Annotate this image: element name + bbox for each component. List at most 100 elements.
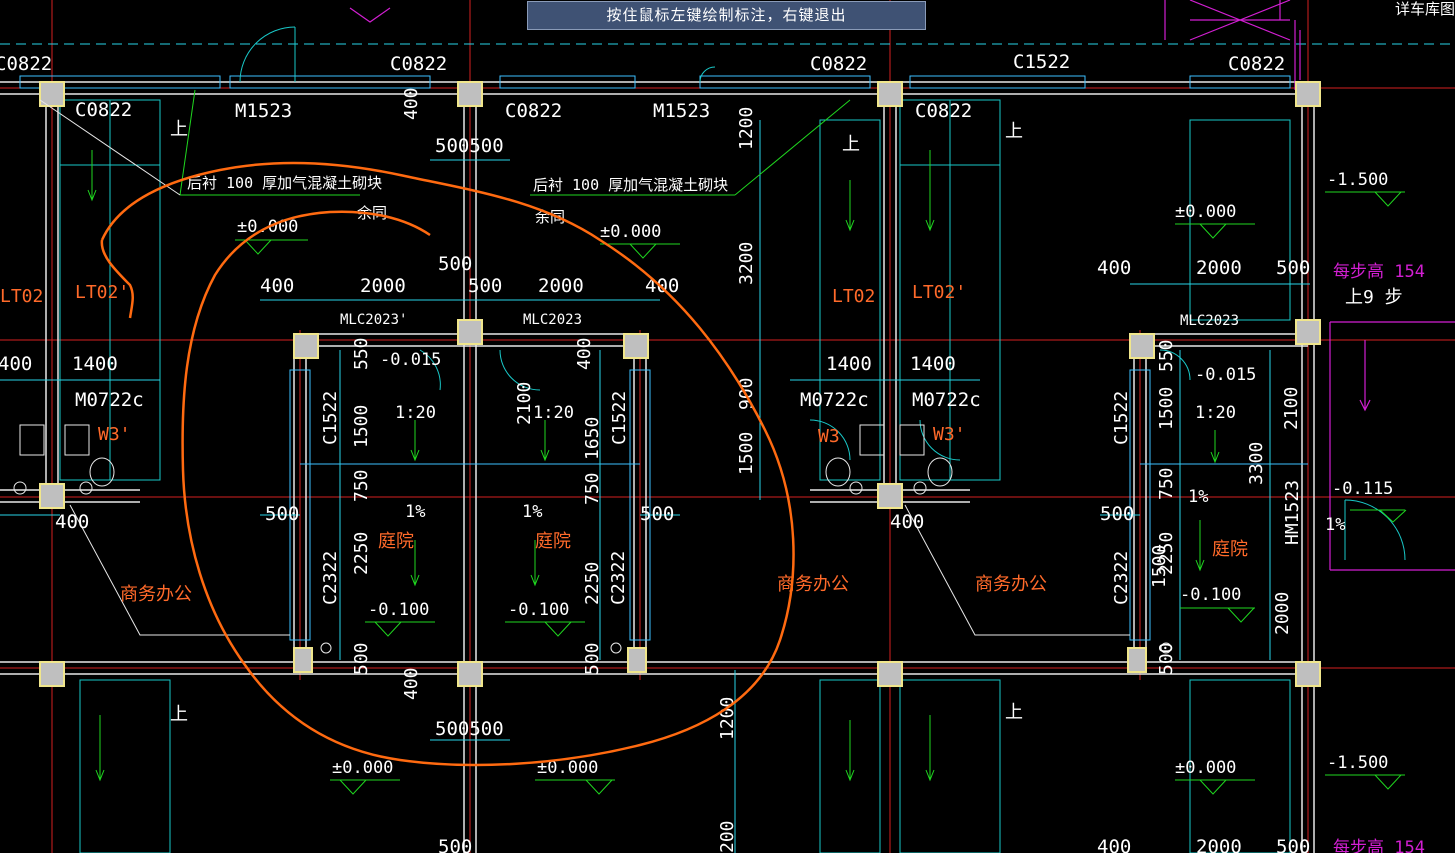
label-up: 上	[170, 119, 188, 140]
label-step-height: 每步高 154	[1333, 838, 1425, 853]
pct: 1%	[1325, 515, 1345, 535]
label-lt02: LT02	[832, 286, 875, 307]
label-lt02: LT02	[0, 286, 43, 307]
dim: 1500	[736, 432, 757, 475]
dim: 1500	[1149, 545, 1170, 588]
label-c0822: C0822	[0, 53, 52, 75]
label-w3: W3	[818, 426, 840, 447]
dim: 500	[640, 503, 674, 525]
slope: 1:20	[533, 403, 574, 423]
label-c1522: C1522	[1013, 51, 1070, 73]
top-right-label: 详车库图纸	[1395, 0, 1455, 18]
label-step-height: 每步高 154	[1333, 262, 1425, 282]
elev-neg: -0.100	[508, 600, 569, 620]
dim: 2000	[1196, 836, 1242, 853]
dim: 1500	[351, 405, 372, 448]
dim: 2100	[1281, 387, 1302, 430]
elev-neg: -1.500	[1327, 753, 1388, 773]
label-c1522: C1522	[320, 391, 341, 445]
elev-neg: -0.115	[1332, 479, 1393, 499]
elev-neg: -0.100	[368, 600, 429, 620]
dim: 500	[438, 253, 472, 275]
label-m1523: M1523	[653, 100, 710, 122]
label-c1522: C1522	[609, 391, 630, 445]
cad-drawing-canvas[interactable]: 详车库图纸 C0822 C0822 C0822 C1522 C0822 C082…	[0, 0, 1455, 853]
dim: 500	[1100, 503, 1134, 525]
dim: 500	[351, 642, 372, 675]
dim: 400	[260, 275, 294, 297]
elev-neg: -1.500	[1327, 170, 1388, 190]
label-up: 上	[842, 134, 860, 155]
dim: 750	[1156, 467, 1177, 500]
elev-000: ±0.000	[1175, 758, 1236, 778]
label-mlc2023: MLC2023	[1180, 313, 1239, 329]
dim: 1400	[910, 353, 956, 375]
dim: 1400	[826, 353, 872, 375]
elev-000: ±0.000	[600, 222, 661, 242]
label-w3p: W3'	[98, 424, 131, 445]
dim: 750	[582, 472, 603, 505]
pct: 1%	[405, 502, 425, 522]
dim: 400	[401, 87, 422, 120]
dim: 500	[1276, 257, 1310, 279]
label-office: 商务办公	[120, 584, 192, 605]
label-c1522: C1522	[1111, 391, 1132, 445]
dim: 400	[0, 353, 32, 375]
dim: 2250	[351, 532, 372, 575]
label-lt02p: LT02'	[912, 282, 966, 303]
dim: 550	[1156, 339, 1177, 372]
label-c2322: C2322	[320, 551, 341, 605]
elev-000: ±0.000	[332, 758, 393, 778]
dim: 500500	[435, 135, 504, 157]
elev-000: ±0.000	[1175, 202, 1236, 222]
label-hm1523: HM1523	[1282, 480, 1303, 545]
dim: 3300	[1246, 442, 1267, 485]
dim: 1500	[1156, 387, 1177, 430]
dim: 3200	[736, 242, 757, 285]
dim: 400	[890, 511, 924, 533]
dim: 550	[351, 337, 372, 370]
note-backfill: 后衬 100 厚加气混凝土砌块	[533, 176, 728, 194]
dim: 2250	[582, 562, 603, 605]
label-office: 商务办公	[777, 574, 849, 595]
dim: 500500	[435, 718, 504, 740]
dim: 2000	[538, 275, 584, 297]
label-c0822: C0822	[1228, 53, 1285, 75]
label-courtyard: 庭院	[1212, 539, 1248, 560]
note-backfill: 后衬 100 厚加气混凝土砌块	[187, 174, 382, 192]
label-c0822: C0822	[75, 99, 132, 121]
label-office: 商务办公	[975, 574, 1047, 595]
dim: 2000	[360, 275, 406, 297]
dim: 500	[438, 836, 472, 853]
label-c2322: C2322	[608, 551, 629, 605]
label-m1523: M1523	[235, 100, 292, 122]
elev-neg: -0.100	[1180, 585, 1241, 605]
label-m0722c: M0722c	[75, 389, 144, 411]
tooltip-banner: 按住鼠标左键绘制标注，右键退出	[527, 1, 926, 30]
label-w3p: W3'	[933, 424, 966, 445]
label-c0822: C0822	[915, 100, 972, 122]
dim: 400	[1097, 836, 1131, 853]
dim: 500	[582, 642, 603, 675]
dim: 400	[401, 667, 422, 700]
label-c0822: C0822	[505, 100, 562, 122]
dim: 400	[55, 511, 89, 533]
label-m0722c: M0722c	[800, 389, 869, 411]
dim: 400	[574, 337, 595, 370]
label-c2322: C2322	[1111, 551, 1132, 605]
label-courtyard: 庭院	[378, 531, 414, 552]
label-up: 上	[170, 704, 188, 725]
dim: 2000	[1272, 592, 1293, 635]
label-lt02p: LT02'	[75, 282, 129, 303]
label-courtyard: 庭院	[535, 531, 571, 552]
dim: 1200	[736, 107, 757, 150]
dim: 2100	[514, 382, 535, 425]
label-up: 上	[1005, 121, 1023, 142]
dim: 500	[1156, 642, 1177, 675]
elev-neg: -0.015	[1195, 365, 1256, 385]
pct: 1%	[1188, 487, 1208, 507]
label-up: 上	[1005, 702, 1023, 723]
dim: 400	[1097, 257, 1131, 279]
slope: 1:20	[1195, 403, 1236, 423]
label-c0822: C0822	[810, 53, 867, 75]
